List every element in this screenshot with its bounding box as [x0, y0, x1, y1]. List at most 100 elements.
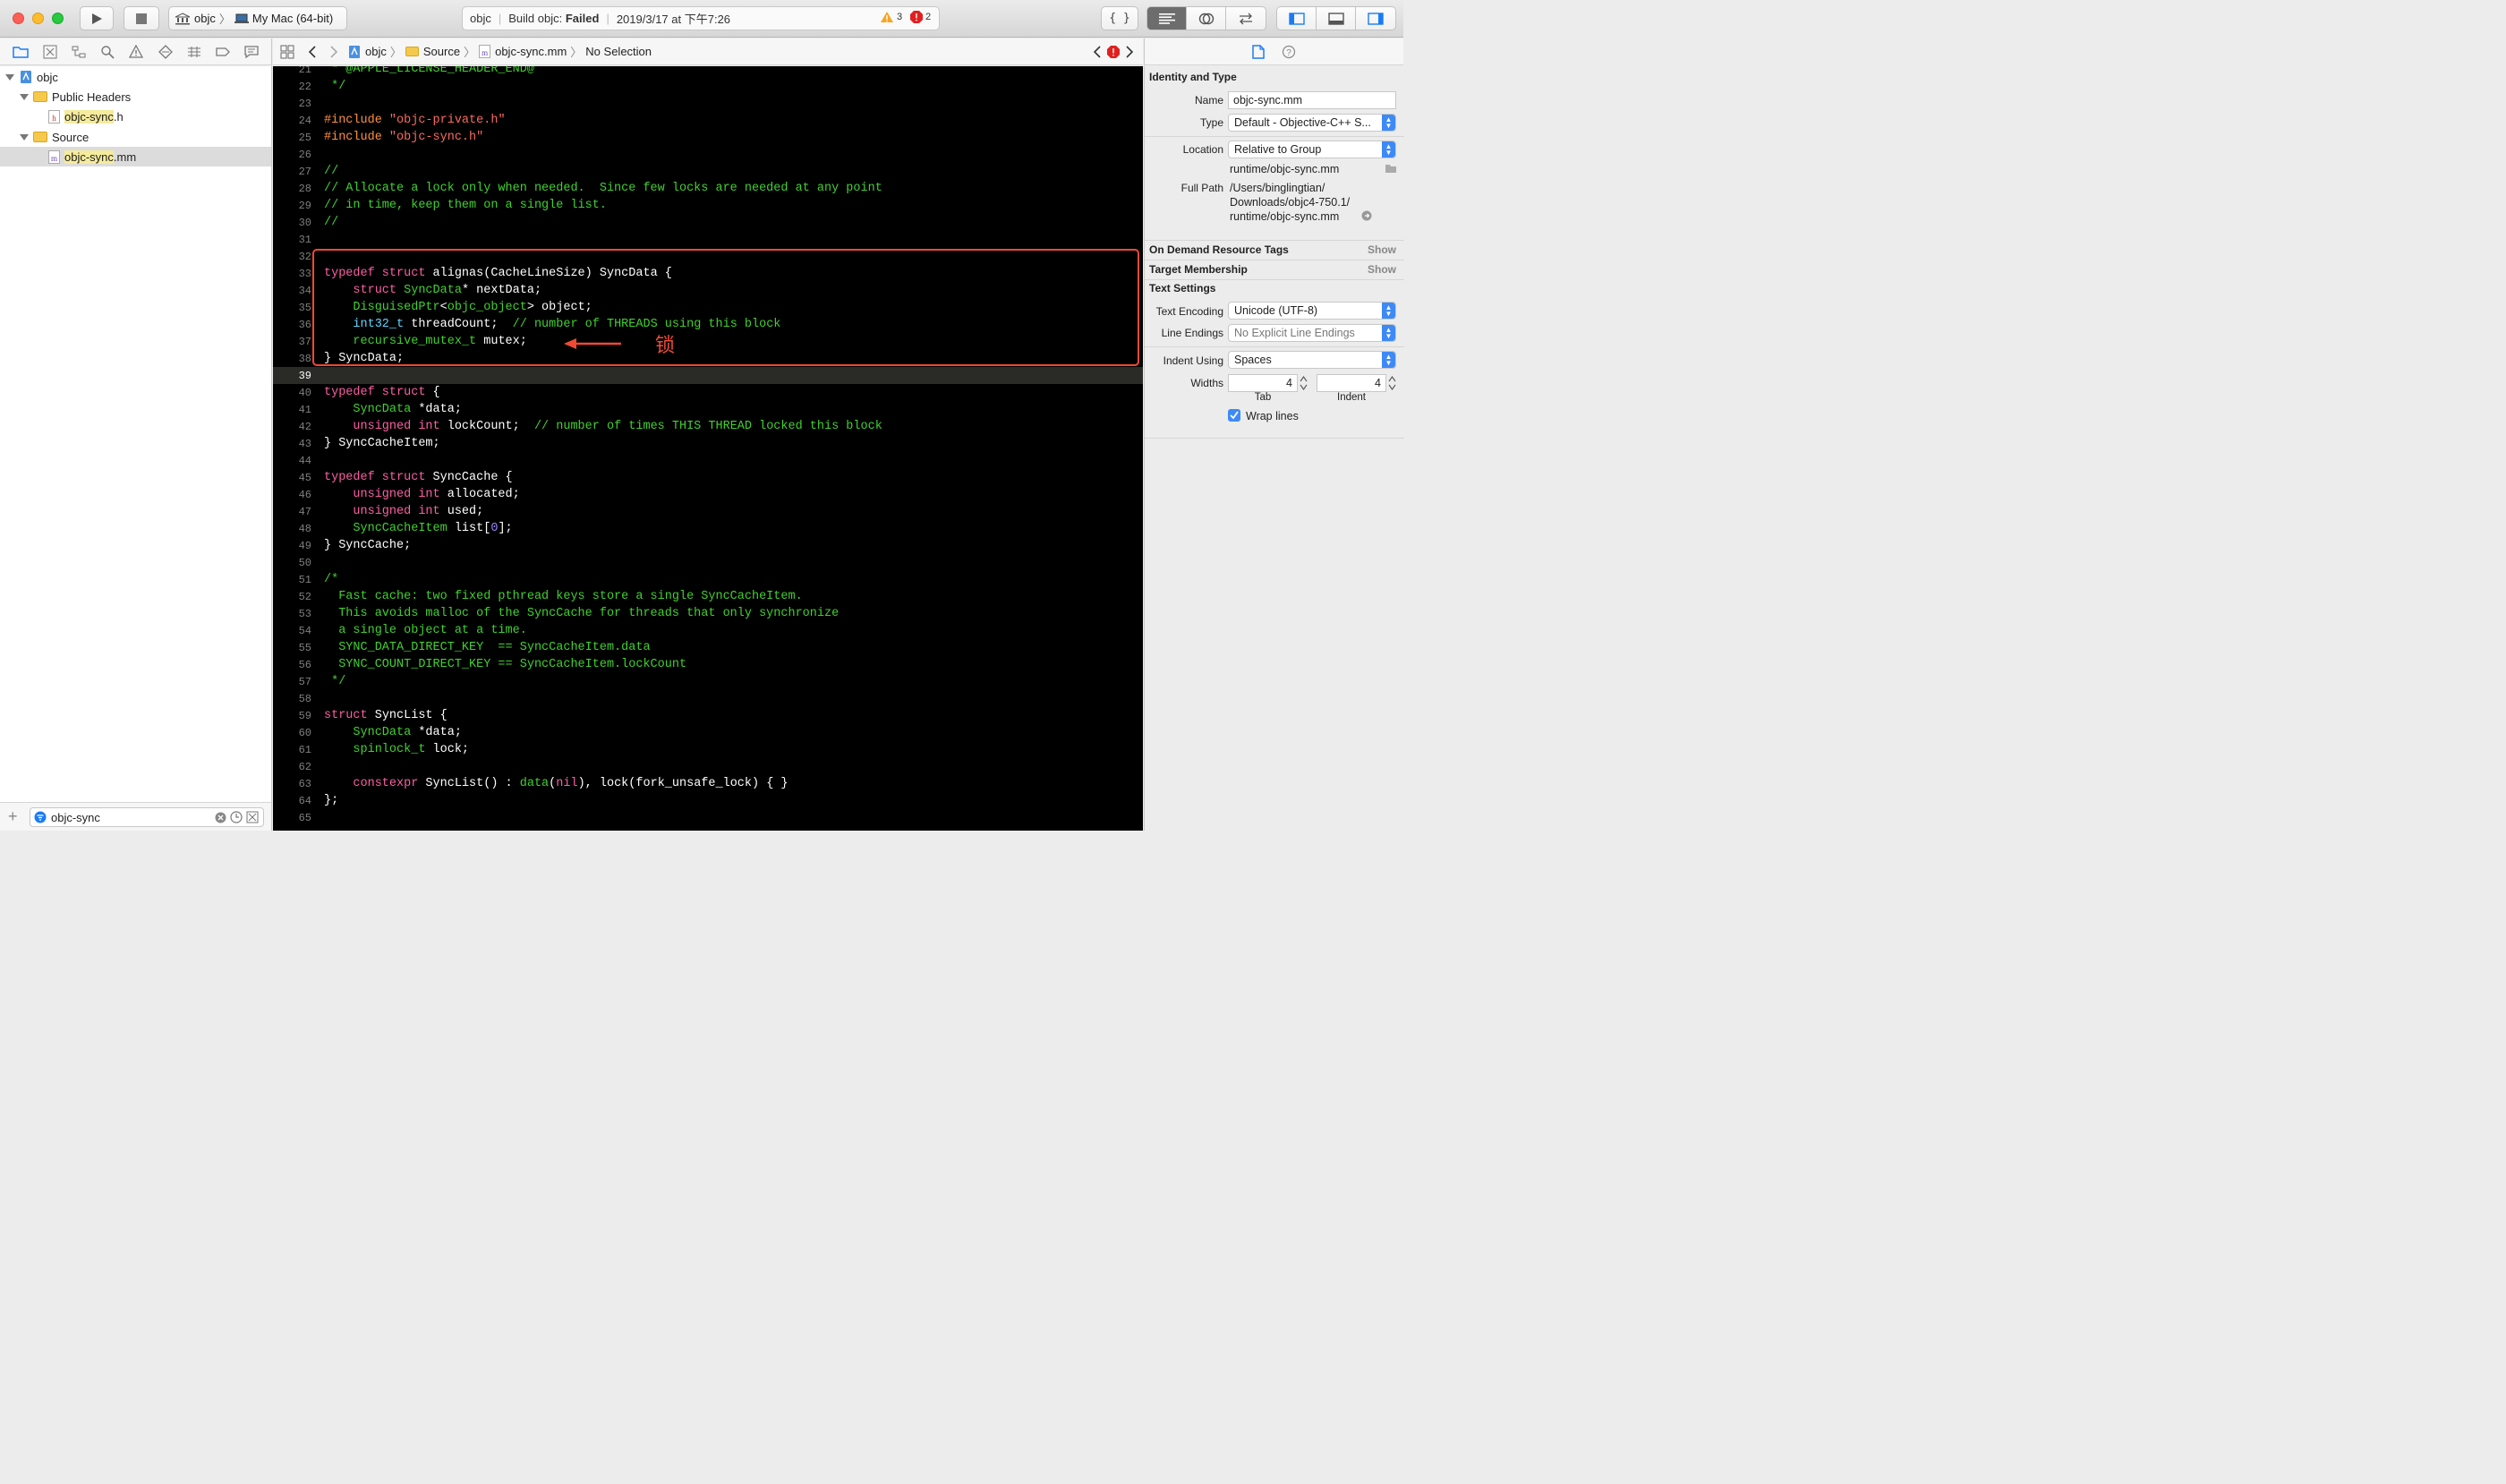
- navigator-toggle-button[interactable]: [1277, 7, 1317, 30]
- scheme-selector[interactable]: objc 〉 My Mac (64-bit): [168, 6, 347, 30]
- line-number[interactable]: 52: [273, 591, 314, 603]
- tree-item-objc-sync-mm[interactable]: m objc-sync.mm: [0, 147, 271, 166]
- code-line[interactable]: 48 SyncCacheItem list[0];: [273, 520, 1143, 537]
- code-line[interactable]: 62: [273, 758, 1143, 775]
- line-number[interactable]: 32: [273, 251, 314, 263]
- name-field[interactable]: objc-sync.mm: [1228, 91, 1396, 109]
- error-icon[interactable]: [1107, 45, 1120, 58]
- disclosure-down-icon[interactable]: [5, 72, 14, 81]
- reveal-in-finder-icon[interactable]: [1361, 210, 1372, 221]
- close-window-button[interactable]: [13, 13, 24, 24]
- stop-button[interactable]: [124, 6, 159, 30]
- source-control-icon[interactable]: [43, 45, 57, 59]
- clock-icon[interactable]: [230, 811, 243, 823]
- tree-item-objc-sync-h[interactable]: h objc-sync.h: [0, 107, 271, 126]
- code-line[interactable]: 22 */: [273, 78, 1143, 95]
- assistant-editor-button[interactable]: [1187, 7, 1226, 30]
- code-line[interactable]: 57 */: [273, 673, 1143, 690]
- breakpoint-icon[interactable]: [216, 45, 230, 59]
- line-number[interactable]: 59: [273, 710, 314, 722]
- line-number[interactable]: 25: [273, 132, 314, 144]
- line-number[interactable]: 65: [273, 812, 314, 824]
- code-line[interactable]: 58: [273, 690, 1143, 707]
- folder-browse-icon[interactable]: [1385, 164, 1397, 174]
- standard-editor-button[interactable]: [1147, 7, 1187, 30]
- line-number[interactable]: 46: [273, 489, 314, 501]
- code-line[interactable]: 43} SyncCacheItem;: [273, 435, 1143, 452]
- code-line[interactable]: 40 typedef struct {: [273, 384, 1143, 401]
- code-line[interactable]: 56 SYNC_COUNT_DIRECT_KEY == SyncCacheIte…: [273, 656, 1143, 673]
- code-line[interactable]: 39: [273, 367, 1143, 384]
- tab-width-field[interactable]: 4: [1228, 374, 1298, 392]
- line-number[interactable]: 63: [273, 778, 314, 790]
- error-count[interactable]: 2: [910, 11, 931, 23]
- line-number[interactable]: 50: [273, 557, 314, 569]
- line-number[interactable]: 45: [273, 472, 314, 484]
- help-icon[interactable]: ?: [1282, 45, 1296, 59]
- back-icon[interactable]: [307, 45, 318, 58]
- line-number[interactable]: 55: [273, 642, 314, 654]
- tree-item-project[interactable]: objc: [0, 67, 271, 87]
- folder-icon[interactable]: [13, 46, 29, 58]
- code-line[interactable]: 52 Fast cache: two fixed pthread keys st…: [273, 588, 1143, 605]
- code-line[interactable]: 30 //: [273, 214, 1143, 231]
- line-number[interactable]: 34: [273, 285, 314, 297]
- debug-toggle-button[interactable]: [1317, 7, 1356, 30]
- code-line[interactable]: 28 // Allocate a lock only when needed. S…: [273, 180, 1143, 197]
- code-line[interactable]: 24 #include "objc-private.h": [273, 112, 1143, 129]
- line-number[interactable]: 51: [273, 574, 314, 586]
- line-number[interactable]: 43: [273, 438, 314, 450]
- line-number[interactable]: 57: [273, 676, 314, 688]
- breadcrumb-group[interactable]: Source: [423, 45, 460, 58]
- report-icon[interactable]: [244, 45, 259, 59]
- forward-icon[interactable]: [328, 45, 339, 58]
- code-line[interactable]: 49} SyncCache;: [273, 537, 1143, 554]
- code-line[interactable]: 21 * @APPLE_LICENSE_HEADER_END@: [273, 66, 1143, 78]
- line-number[interactable]: 64: [273, 795, 314, 807]
- code-line[interactable]: 64};: [273, 792, 1143, 809]
- line-number[interactable]: 23: [273, 98, 314, 110]
- line-number[interactable]: 37: [273, 336, 314, 348]
- line-number[interactable]: 54: [273, 625, 314, 637]
- tree-item-public-headers[interactable]: Public Headers: [0, 87, 271, 107]
- line-number[interactable]: 39: [273, 370, 314, 382]
- code-line[interactable]: 27 //: [273, 163, 1143, 180]
- line-number[interactable]: 58: [273, 693, 314, 705]
- tree-item-source[interactable]: Source: [0, 127, 271, 147]
- code-line[interactable]: 46 unsigned int allocated;: [273, 486, 1143, 503]
- add-icon[interactable]: +: [8, 807, 18, 826]
- search-icon[interactable]: [100, 45, 115, 59]
- filter-field[interactable]: objc-sync: [30, 807, 264, 827]
- test-icon[interactable]: [158, 44, 173, 59]
- line-number[interactable]: 48: [273, 523, 314, 535]
- breadcrumb-symbol[interactable]: No Selection: [585, 45, 652, 58]
- code-line[interactable]: 45 typedef struct SyncCache {: [273, 469, 1143, 486]
- line-number[interactable]: 41: [273, 404, 314, 416]
- line-number[interactable]: 60: [273, 727, 314, 739]
- line-number[interactable]: 42: [273, 421, 314, 433]
- source-editor[interactable]: 21 * @APPLE_LICENSE_HEADER_END@ 22 */ 23 24…: [273, 66, 1143, 831]
- disclosure-down-icon[interactable]: [20, 92, 29, 101]
- breadcrumb-file[interactable]: objc-sync.mm: [495, 45, 567, 58]
- line-endings-popup[interactable]: No Explicit Line Endings ▲ ▼: [1228, 324, 1396, 342]
- code-line[interactable]: 59 struct SyncList {: [273, 707, 1143, 724]
- code-line[interactable]: 29 // in time, keep them on a single list…: [273, 197, 1143, 214]
- indent-using-popup[interactable]: Spaces ▲ ▼: [1228, 351, 1396, 369]
- line-number[interactable]: 26: [273, 149, 314, 161]
- code-line[interactable]: 25 #include "objc-sync.h": [273, 129, 1143, 146]
- indent-width-field[interactable]: 4: [1317, 374, 1386, 392]
- scm-filter-icon[interactable]: [246, 811, 259, 823]
- symbol-icon[interactable]: [72, 45, 86, 59]
- line-number[interactable]: 53: [273, 608, 314, 620]
- line-number[interactable]: 47: [273, 506, 314, 518]
- library-button[interactable]: { }: [1101, 6, 1138, 30]
- code-line[interactable]: 47 unsigned int used;: [273, 503, 1143, 520]
- line-number[interactable]: 61: [273, 744, 314, 756]
- warning-count[interactable]: 3: [880, 11, 902, 23]
- line-number[interactable]: 24: [273, 115, 314, 127]
- code-line[interactable]: 54 a single object at a time.: [273, 622, 1143, 639]
- code-line[interactable]: 63 constexpr SyncList() : data(nil), loc…: [273, 775, 1143, 792]
- run-button[interactable]: [80, 6, 114, 30]
- line-number[interactable]: 62: [273, 761, 314, 773]
- line-number[interactable]: 30: [273, 217, 314, 229]
